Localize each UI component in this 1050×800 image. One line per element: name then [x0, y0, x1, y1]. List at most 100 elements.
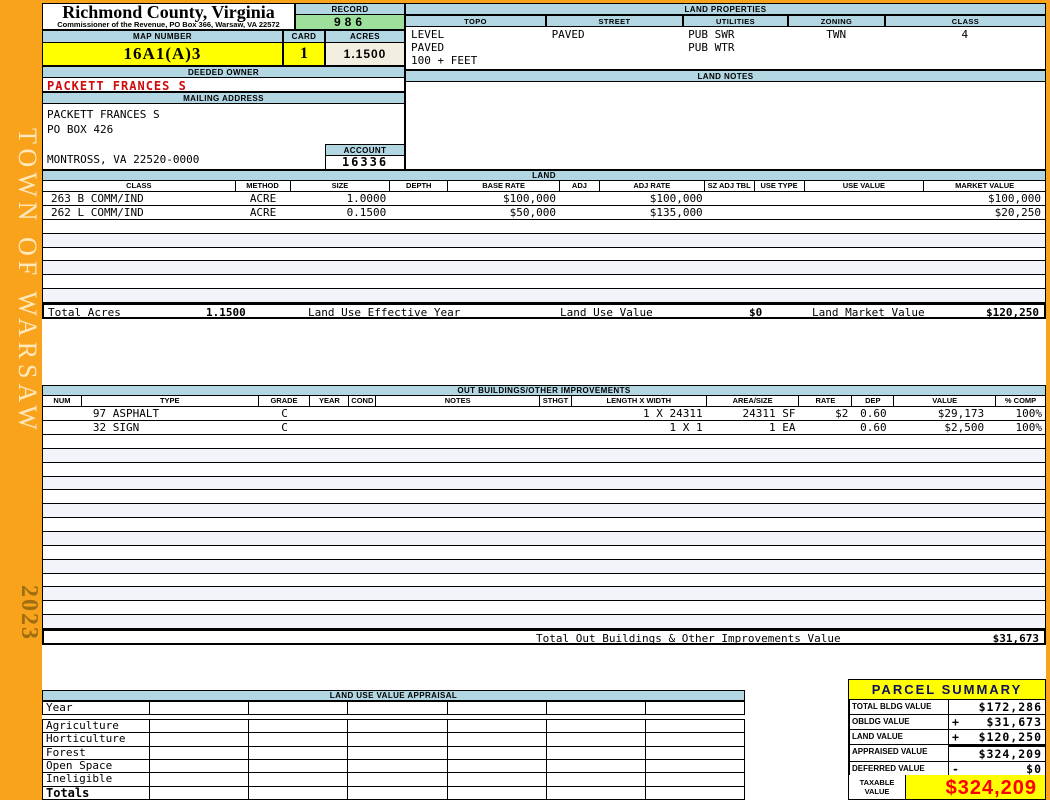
summary-value: $0 — [1026, 762, 1042, 776]
land-properties-title: LAND PROPERTIES — [405, 3, 1046, 15]
parcel-summary-title: PARCEL SUMMARY — [848, 679, 1046, 700]
summary-row: OBLDG VALUE + $31,673 — [849, 715, 1045, 730]
col-cond: COND — [349, 396, 377, 406]
zoning-value: TWN — [826, 28, 847, 41]
num-cell — [43, 407, 82, 420]
sz-adj-tbl-cell — [705, 192, 755, 205]
taxable-value-label: TAXABLE VALUE — [849, 775, 906, 799]
summary-label: OBLDG VALUE — [849, 715, 949, 730]
appraisal-cell — [646, 733, 744, 745]
total-acres-value: 1.1500 — [206, 306, 246, 319]
sthgt-cell — [540, 407, 572, 420]
land-totals-bar: Total Acres 1.1500 Land Use Effective Ye… — [42, 303, 1046, 319]
col-class: CLASS — [43, 181, 236, 191]
col-base-rate: BASE RATE — [448, 181, 560, 191]
topo-value: PAVED — [411, 41, 445, 54]
market-value-cell: $100,000 — [988, 192, 1041, 205]
out-building-row: 97 ASPHALT C 1 X 24311 24311 SF $2 0.60 … — [42, 407, 1046, 421]
col-use-value: USE VALUE — [805, 181, 925, 191]
class-value — [885, 41, 1045, 54]
appraisal-cell — [448, 759, 547, 773]
notes-cell — [376, 407, 540, 420]
acres-label: ACRES — [325, 30, 405, 43]
empty-row — [43, 601, 1045, 616]
col-rate: RATE — [799, 396, 853, 406]
appraisal-cell — [448, 773, 547, 786]
appraisal-cell — [646, 702, 744, 714]
appraisal-cell — [150, 702, 250, 714]
card-label: CARD — [283, 30, 325, 43]
summary-row: LAND VALUE + $120,250 — [849, 730, 1045, 745]
account-box: ACCOUNT 16336 — [325, 144, 405, 170]
class-cell: 262 L COMM/IND — [51, 206, 144, 219]
empty-row — [43, 587, 1045, 602]
acres-value: 1.1500 — [325, 43, 405, 66]
appraisal-row-label: Ineligible — [43, 773, 150, 786]
card-value: 1 — [283, 43, 325, 66]
utilities-value: PUB SWR — [688, 28, 735, 41]
appraisal-cell — [646, 760, 744, 772]
appraisal-cell — [448, 786, 547, 799]
parcel-summary-rows: TOTAL BLDG VALUE $172,286 OBLDG VALUE + $… — [848, 700, 1046, 777]
col-pct-comp: % COMP — [1004, 396, 1037, 405]
out-buildings-empty-rows — [42, 435, 1046, 630]
land-section-title: LAND — [42, 170, 1046, 181]
address-line: PO BOX 426 — [47, 123, 114, 136]
total-acres-label: Total Acres — [48, 306, 121, 319]
appraisal-cell — [348, 786, 448, 799]
appraisal-cells — [150, 733, 744, 746]
map-header-row: MAP NUMBER CARD ACRES — [42, 30, 405, 43]
empty-row — [43, 261, 1045, 276]
appraisal-cell — [249, 733, 349, 746]
col-dep: DEP — [852, 396, 895, 406]
market-value-cell: $20,250 — [994, 206, 1041, 219]
appraisal-cell — [547, 759, 646, 773]
appraisal-cell — [249, 786, 349, 799]
base-rate-cell: $50,000 — [509, 206, 556, 219]
out-buildings-header-row: NUM TYPE GRADE YEAR COND NOTES STHGT LEN… — [42, 396, 1046, 407]
pct-comp-cell: 100% — [1015, 407, 1043, 420]
account-value: 16336 — [325, 156, 405, 170]
type-cell: 32 SIGN — [92, 421, 140, 434]
empty-row — [43, 504, 1045, 519]
num-cell — [43, 421, 82, 434]
appraisal-cells — [150, 786, 744, 799]
use-value-cell — [804, 206, 924, 219]
street-value — [547, 54, 684, 67]
col-adj-rate: ADJ RATE — [600, 181, 705, 191]
taxable-value-row: TAXABLE VALUE $324,209 — [848, 775, 1046, 800]
record-box: RECORD 986 — [295, 3, 405, 30]
appraisal-row: Open Space — [42, 759, 745, 774]
appraisal-cell — [348, 773, 448, 786]
class-value: 4 — [961, 28, 969, 41]
map-number-value: 16A1(A)3 — [42, 43, 283, 66]
county-header: Richmond County, Virginia Commissioner o… — [42, 3, 295, 30]
summary-label: APPRAISED VALUE — [849, 745, 949, 762]
zoning-value — [788, 54, 885, 67]
col-depth: DEPTH — [390, 181, 449, 191]
adj-rate-cell: $135,000 — [649, 206, 703, 219]
empty-row — [43, 247, 1045, 262]
appraisal-table: Agriculture Horticulture Forest Open Spa… — [42, 719, 745, 800]
adj-cell — [560, 206, 600, 219]
land-use-value: $0 — [749, 306, 763, 319]
utilities-value: PUB WTR — [688, 41, 735, 54]
appraisal-cell — [547, 786, 646, 799]
depth-cell — [390, 192, 448, 205]
appraisal-cell — [150, 733, 250, 746]
class-value — [885, 54, 1045, 67]
grade-cell: C — [281, 421, 288, 434]
summary-row: TOTAL BLDG VALUE $172,286 — [849, 700, 1045, 715]
use-type-cell — [755, 192, 805, 205]
ob-total-value: $31,673 — [992, 632, 1039, 645]
col-size: SIZE — [291, 181, 391, 191]
col-grade: GRADE — [259, 396, 311, 406]
appraisal-cell — [249, 702, 349, 714]
record-value: 986 — [295, 15, 405, 30]
notes-cell — [376, 421, 540, 434]
appraisal-cell — [249, 746, 349, 759]
appraisal-cell — [348, 746, 448, 759]
area-size-cell: 1 EA — [768, 421, 796, 434]
appraisal-cell — [547, 720, 646, 733]
sidebar-year-label: 2023 — [16, 585, 42, 641]
